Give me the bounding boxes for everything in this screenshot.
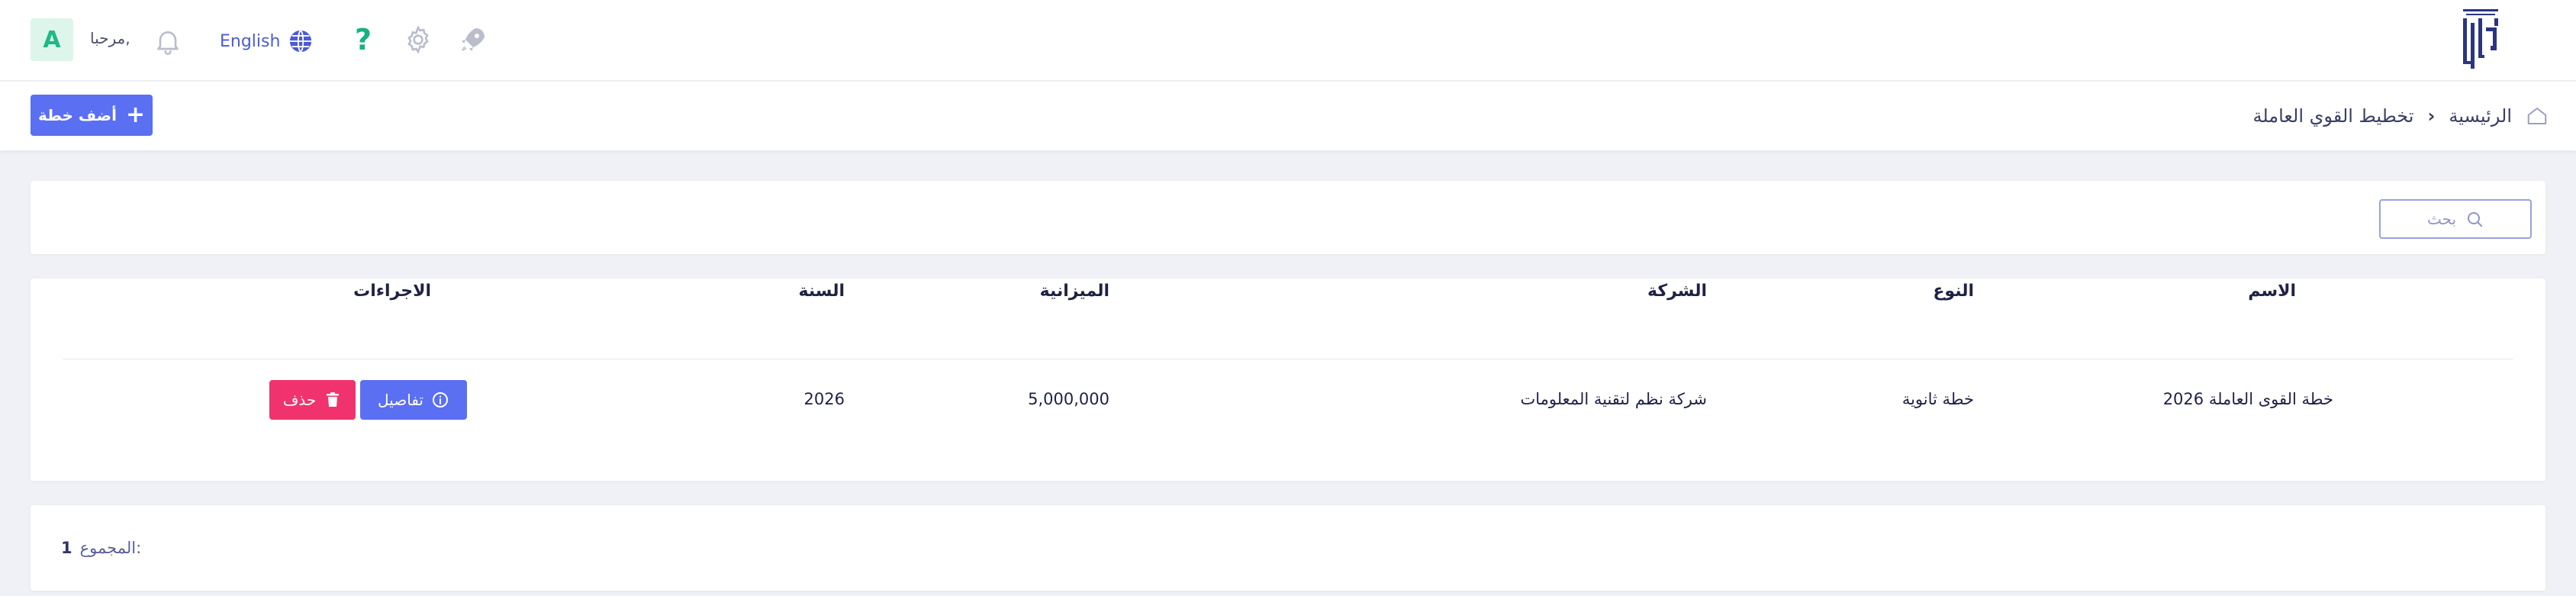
question-icon[interactable]: ?	[349, 23, 377, 56]
table-header	[63, 327, 2513, 359]
logo[interactable]	[2454, 5, 2507, 76]
gear-icon[interactable]	[403, 24, 433, 55]
bell-icon[interactable]	[153, 26, 183, 56]
add-plan-button[interactable]: + أضف خطة	[31, 95, 153, 136]
search-placeholder: بحث	[2426, 210, 2457, 228]
home-icon[interactable]	[2526, 105, 2549, 127]
plans-table: الاسم النوع الشركة الميزانية السنة الاجر…	[31, 279, 2545, 481]
column-header-type: النوع	[1933, 282, 1974, 301]
top-bar: A مرحبا, English ?	[0, 0, 2576, 81]
breadcrumb: الرئيسية ‹ تخطيط القوي العاملة	[2252, 102, 2549, 130]
plus-icon: +	[125, 101, 146, 128]
breadcrumb-home[interactable]: الرئيسية	[2449, 105, 2512, 127]
chevron-left-icon: ‹	[2427, 105, 2436, 127]
cell-budget: 5,000,000	[1028, 390, 1109, 408]
delete-button[interactable]: حذف	[269, 380, 356, 420]
cell-type: خطة ثانوية	[1901, 390, 1974, 408]
column-header-budget: الميزانية	[1039, 282, 1109, 301]
column-header-actions: الاجراءات	[353, 282, 431, 301]
info-icon	[432, 392, 448, 408]
search-card: بحث	[31, 181, 2545, 254]
total-card: 1 المجموع:	[31, 505, 2545, 591]
cell-year: 2026	[803, 390, 845, 408]
search-icon	[2468, 212, 2483, 227]
delete-label: حذف	[282, 391, 317, 409]
column-header-company: الشركة	[1647, 282, 1707, 301]
breadcrumb-bar	[0, 82, 2576, 150]
trash-icon	[327, 392, 340, 407]
add-plan-label: أضف خطة	[37, 106, 117, 124]
total-value: 1	[61, 539, 72, 557]
cell-name: خطة القوى العاملة 2026	[2162, 390, 2333, 408]
greeting-text: مرحبا,	[90, 29, 130, 47]
total-label: المجموع:	[79, 539, 142, 557]
language-switch[interactable]: English	[220, 26, 314, 56]
language-label: English	[220, 31, 281, 51]
details-button[interactable]: تفاصيل	[360, 380, 467, 420]
breadcrumb-current: تخطيط القوي العاملة	[2252, 105, 2414, 127]
total-count: 1 المجموع:	[61, 539, 141, 557]
column-header-year: السنة	[798, 282, 845, 301]
search-input[interactable]: بحث	[2379, 199, 2532, 239]
column-header-name: الاسم	[2248, 282, 2296, 301]
details-label: تفاصيل	[378, 391, 423, 409]
avatar[interactable]: A	[31, 18, 73, 61]
cell-company: شركة نظم لتقنية المعلومات	[1520, 390, 1707, 408]
globe-icon	[290, 30, 312, 53]
rocket-icon[interactable]	[458, 24, 488, 55]
